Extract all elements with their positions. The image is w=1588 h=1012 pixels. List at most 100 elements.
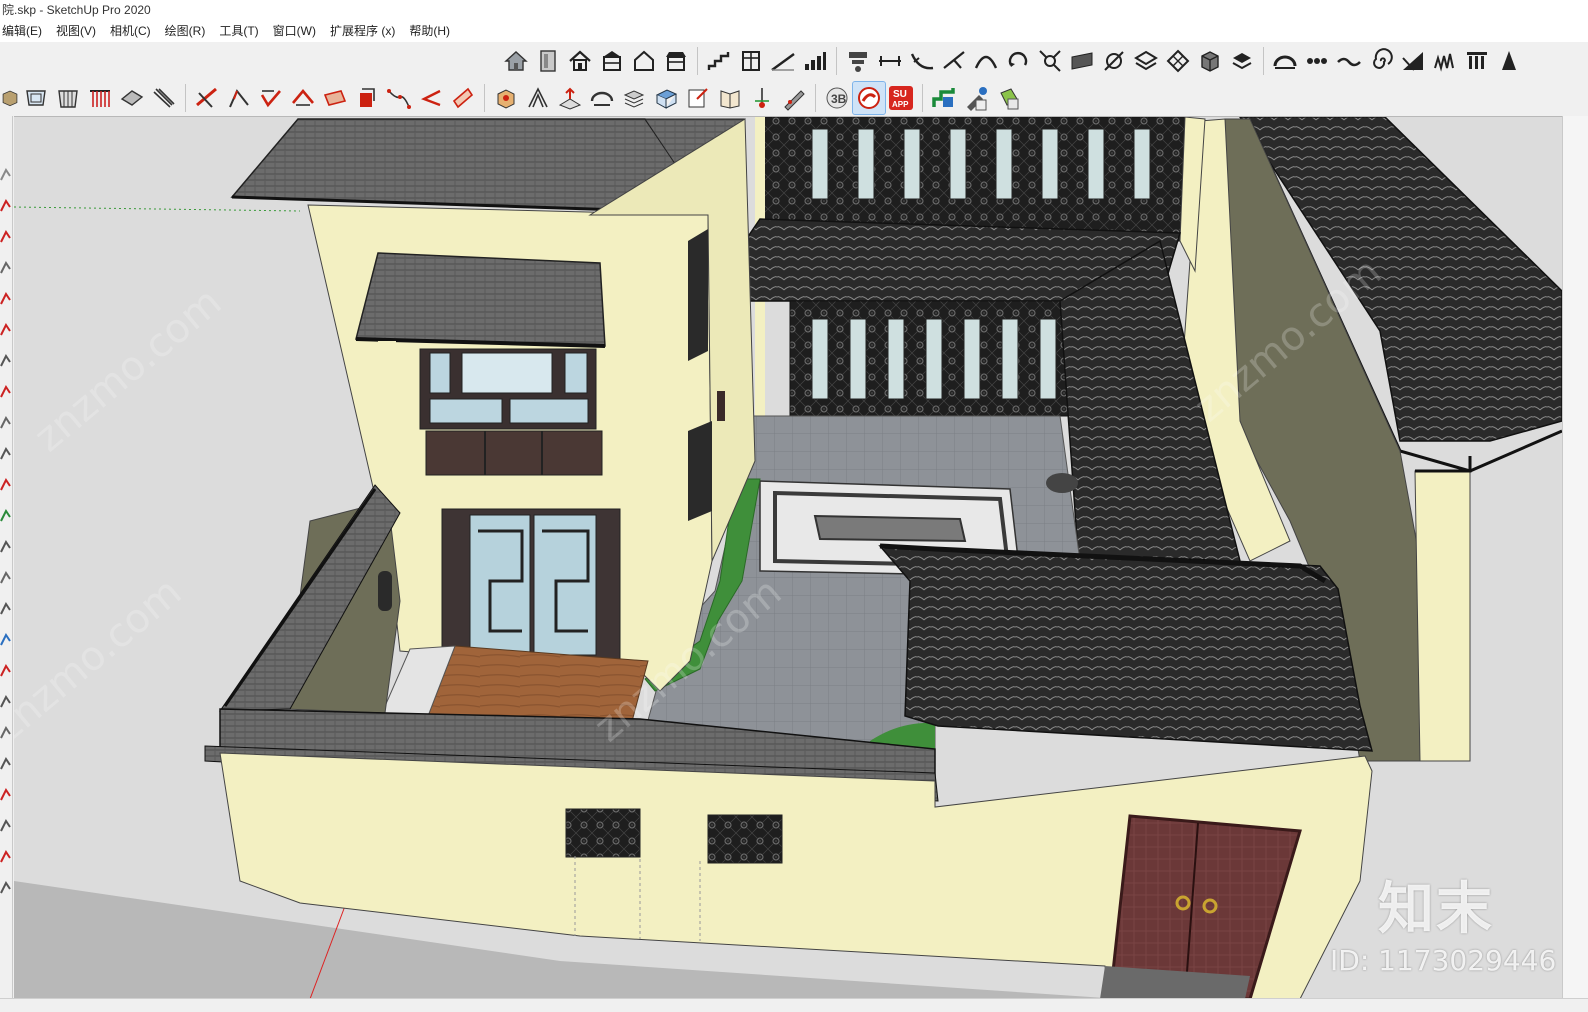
- home-icon[interactable]: [564, 45, 596, 77]
- slope-icon[interactable]: [1397, 45, 1429, 77]
- arc-tool-icon[interactable]: [0, 261, 12, 275]
- arc-icon[interactable]: [1269, 45, 1301, 77]
- pan-tool-icon[interactable]: [0, 664, 12, 678]
- su-logo-icon[interactable]: [852, 81, 886, 115]
- position-camera-tool-icon[interactable]: [0, 881, 12, 895]
- orbit-tool-icon[interactable]: [0, 633, 12, 647]
- look-tool-icon[interactable]: [0, 788, 12, 802]
- select-tool-icon[interactable]: [0, 168, 12, 182]
- menu-tools[interactable]: 工具(T): [212, 20, 265, 42]
- offset-tool-icon[interactable]: [0, 447, 12, 461]
- align-icon[interactable]: [842, 45, 874, 77]
- scale-tool-icon[interactable]: [0, 416, 12, 430]
- extend-icon[interactable]: [938, 45, 970, 77]
- text-tool-icon[interactable]: [0, 571, 12, 585]
- layers-stack-icon[interactable]: [148, 82, 180, 114]
- needle-icon[interactable]: [746, 82, 778, 114]
- roof-icon[interactable]: [287, 82, 319, 114]
- arrow-left-icon[interactable]: [415, 82, 447, 114]
- box-blue-icon[interactable]: [650, 82, 682, 114]
- arch-icon[interactable]: [586, 82, 618, 114]
- mountain-push-icon[interactable]: [554, 82, 586, 114]
- window-title: 院.skp - SketchUp Pro 2020: [2, 3, 151, 17]
- axes-tool-icon[interactable]: [0, 540, 12, 554]
- tiles-icon[interactable]: [1162, 45, 1194, 77]
- toolbar-top: [500, 42, 1588, 80]
- flag-icon[interactable]: [447, 82, 479, 114]
- menu-bar: 编辑(E) 视图(V) 相机(C) 绘图(R) 工具(T) 窗口(W) 扩展程序…: [0, 20, 1588, 42]
- curve-icon[interactable]: [970, 45, 1002, 77]
- graph-icon[interactable]: [1429, 45, 1461, 77]
- zoom-tool-icon[interactable]: [0, 695, 12, 709]
- tape-tool-icon[interactable]: [0, 478, 12, 492]
- menu-draw[interactable]: 绘图(R): [158, 20, 213, 42]
- cube-icon[interactable]: [1194, 45, 1226, 77]
- stack-icon[interactable]: [618, 82, 650, 114]
- grid-icon[interactable]: [52, 82, 84, 114]
- menu-window[interactable]: 窗口(W): [266, 20, 323, 42]
- note-icon[interactable]: [682, 82, 714, 114]
- door-icon[interactable]: [532, 45, 564, 77]
- fillet-icon[interactable]: [906, 45, 938, 77]
- menu-help[interactable]: 帮助(H): [402, 20, 457, 42]
- stamp-cube-icon[interactable]: [490, 82, 522, 114]
- pushpull-tool-icon[interactable]: [0, 323, 12, 337]
- zoom-extents-tool-icon[interactable]: [0, 726, 12, 740]
- window-icon[interactable]: [735, 45, 767, 77]
- ramp-icon[interactable]: [767, 45, 799, 77]
- model-viewport[interactable]: znzmo.com znzmo.com znzmo.com znzmo.com: [14, 116, 1562, 998]
- section-tool-icon[interactable]: [0, 819, 12, 833]
- house-outline-icon[interactable]: [628, 45, 660, 77]
- spiral-icon[interactable]: [1365, 45, 1397, 77]
- paint-tool-icon[interactable]: [0, 850, 12, 864]
- dimension-tool-icon[interactable]: [0, 602, 12, 616]
- checkmark-icon[interactable]: [255, 82, 287, 114]
- chain-icon[interactable]: [1301, 45, 1333, 77]
- scissors-icon[interactable]: [522, 82, 554, 114]
- house-icon[interactable]: [500, 45, 532, 77]
- dimension-icon[interactable]: [874, 45, 906, 77]
- join-icon[interactable]: [1034, 45, 1066, 77]
- menu-view[interactable]: 视图(V): [49, 20, 103, 42]
- rotate-tool-icon[interactable]: [0, 385, 12, 399]
- line-tool-icon[interactable]: [0, 230, 12, 244]
- eraser-tool-icon[interactable]: [0, 199, 12, 213]
- book-icon[interactable]: [714, 82, 746, 114]
- panel-icon[interactable]: [1066, 45, 1098, 77]
- walk-tool-icon[interactable]: [0, 757, 12, 771]
- 3d-b-icon[interactable]: 3B: [821, 82, 853, 114]
- red-axes-icon[interactable]: [191, 82, 223, 114]
- watermark-id: ID: 1173029446: [1330, 944, 1557, 977]
- mountain-icon[interactable]: [1493, 45, 1525, 77]
- store-icon[interactable]: [660, 45, 692, 77]
- stairs-icon[interactable]: [703, 45, 735, 77]
- eyedropper-icon[interactable]: [960, 82, 992, 114]
- move-tool-icon[interactable]: [0, 354, 12, 368]
- pencil-icon[interactable]: [778, 82, 810, 114]
- slab-icon[interactable]: [116, 82, 148, 114]
- rotate-icon[interactable]: [1002, 45, 1034, 77]
- pen-icon[interactable]: [1098, 45, 1130, 77]
- shape-tool-icon[interactable]: [0, 292, 12, 306]
- rail-icon[interactable]: [84, 82, 116, 114]
- bar-chart-icon[interactable]: [799, 45, 831, 77]
- stamp-icon[interactable]: [1226, 45, 1258, 77]
- layers-icon[interactable]: [1130, 45, 1162, 77]
- paint-bucket-icon[interactable]: [992, 82, 1024, 114]
- protractor-tool-icon[interactable]: [0, 509, 12, 523]
- su-app-icon[interactable]: SU APP: [885, 82, 917, 114]
- bend-icon[interactable]: [223, 82, 255, 114]
- stairs-green-icon[interactable]: [928, 82, 960, 114]
- columns-icon[interactable]: [1461, 45, 1493, 77]
- left-toolbar: [0, 116, 13, 1012]
- push-icon[interactable]: [351, 82, 383, 114]
- wave-icon[interactable]: [1333, 45, 1365, 77]
- tray-icon[interactable]: [319, 82, 351, 114]
- building-icon[interactable]: [596, 45, 628, 77]
- menu-camera[interactable]: 相机(C): [103, 20, 158, 42]
- box-icon[interactable]: [0, 82, 20, 114]
- path-icon[interactable]: [383, 82, 415, 114]
- menu-edit[interactable]: 编辑(E): [0, 20, 49, 42]
- frame-icon[interactable]: [20, 82, 52, 114]
- menu-extensions[interactable]: 扩展程序 (x): [323, 20, 402, 42]
